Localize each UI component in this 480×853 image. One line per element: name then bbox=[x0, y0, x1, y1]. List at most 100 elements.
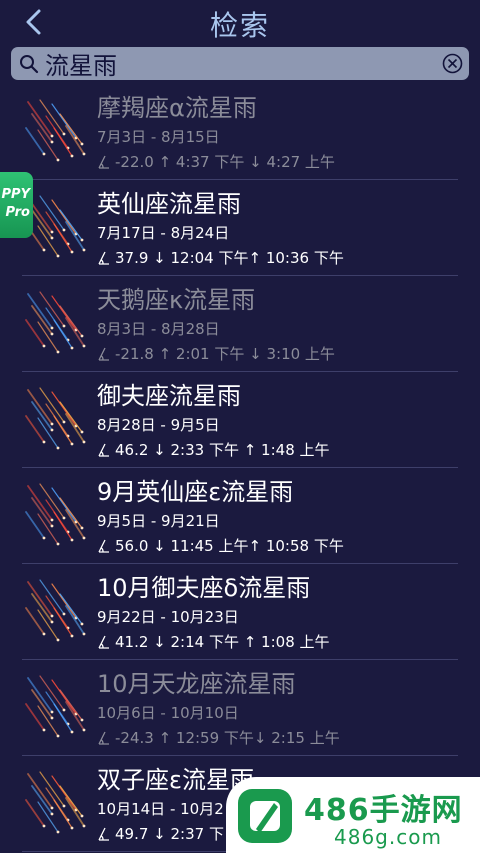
meteor-head bbox=[56, 350, 60, 354]
meteor-head bbox=[82, 440, 86, 444]
meteor-head bbox=[62, 804, 66, 808]
meteor-head bbox=[50, 422, 54, 426]
altitude-angle-icon bbox=[98, 827, 109, 841]
shower-dates: 7月3日 - 8月15日 bbox=[97, 128, 220, 146]
meteor-head bbox=[62, 516, 66, 520]
header: 检索 bbox=[0, 0, 480, 44]
meteor-streak bbox=[37, 225, 59, 257]
meteor-streak bbox=[31, 113, 53, 143]
meteor-streak bbox=[25, 799, 45, 827]
page-title: 检索 bbox=[209, 9, 270, 42]
meteor-head bbox=[82, 728, 86, 732]
meteor-head bbox=[70, 154, 74, 158]
meteor-head bbox=[80, 142, 84, 146]
meteor-head bbox=[82, 632, 86, 636]
meteor-head bbox=[82, 344, 86, 348]
shower-stats: 49.7 ↓ 2:37 下 bbox=[97, 823, 224, 844]
meteor-head bbox=[80, 238, 84, 242]
meteor-streak bbox=[37, 609, 59, 641]
altitude-angle-icon bbox=[98, 443, 109, 457]
meteor-streak bbox=[31, 209, 53, 239]
list-item[interactable]: 10月御夫座δ流星雨 9月22日 - 10月23日 41.2 ↓ 2:14 下午 ↑… bbox=[0, 564, 480, 660]
shower-stats-text: -24.3 ↑ 12:59 下午↓ 2:15 上午 bbox=[115, 729, 340, 747]
search-bar[interactable] bbox=[11, 47, 469, 80]
meteor-head bbox=[82, 248, 86, 252]
meteor-head bbox=[80, 334, 84, 338]
meteor-head bbox=[62, 228, 66, 232]
altitude-angle-icon bbox=[98, 635, 109, 649]
watermark-title: 486手游网 bbox=[304, 793, 463, 828]
meteor-streak bbox=[59, 497, 83, 529]
shower-dates: 8月3日 - 8月28日 bbox=[97, 320, 220, 338]
meteor-head bbox=[70, 538, 74, 542]
meteor-thumbnail-icon bbox=[25, 387, 86, 450]
meteor-head bbox=[50, 524, 54, 528]
meteor-head bbox=[42, 344, 46, 348]
meteor-streak bbox=[37, 129, 59, 161]
list-item[interactable]: 9月英仙座ε流星雨 9月5日 - 9月21日 56.0 ↓ 11:45 上午↑ 10… bbox=[0, 468, 480, 564]
search-icon bbox=[20, 55, 39, 74]
meteor-streak bbox=[37, 705, 59, 737]
list-item[interactable]: 10月天龙座流星雨 10月6日 - 10月10日 -24.3 ↑ 12:59 下午↓… bbox=[0, 660, 480, 756]
meteor-streak bbox=[59, 113, 83, 145]
shower-stats: 41.2 ↓ 2:14 下午 ↑ 1:08 上午 bbox=[97, 631, 330, 652]
meteor-head bbox=[50, 236, 54, 240]
meteor-head bbox=[50, 230, 54, 234]
altitude-angle-icon bbox=[98, 347, 109, 361]
altitude-angle-icon bbox=[98, 731, 109, 745]
list-item[interactable]: 天鹅座κ流星雨 8月3日 - 8月28日 -21.8 ↑ 2:01 下午 ↓ 3:1… bbox=[0, 276, 480, 372]
shower-dates: 7月17日 - 8月24日 bbox=[97, 224, 230, 242]
shower-stats-text: 41.2 ↓ 2:14 下午 ↑ 1:08 上午 bbox=[115, 633, 330, 651]
shower-stats-text: -22.0 ↑ 4:37 下午 ↓ 4:27 上午 bbox=[115, 153, 335, 171]
meteor-streak bbox=[37, 513, 59, 545]
meteor-streak bbox=[59, 593, 83, 625]
meteor-head bbox=[56, 446, 60, 450]
meteor-head bbox=[42, 824, 46, 828]
meteor-head bbox=[80, 814, 84, 818]
meteor-head bbox=[42, 248, 46, 252]
watermark: 486手游网 486g.com bbox=[226, 777, 480, 853]
meteor-streak bbox=[31, 401, 53, 431]
meteor-head bbox=[42, 440, 46, 444]
shower-name: 9月英仙座ε流星雨 bbox=[97, 478, 294, 506]
meteor-streak bbox=[37, 417, 59, 449]
meteor-streak bbox=[59, 785, 83, 817]
list-item[interactable]: 御夫座流星雨 8月28日 - 9月5日 46.2 ↓ 2:33 下午 ↑ 1:48 … bbox=[0, 372, 480, 468]
meteor-streak bbox=[37, 321, 59, 353]
promo-badge-line1: PPY bbox=[1, 187, 30, 202]
clear-search-icon[interactable] bbox=[442, 53, 463, 74]
list-item[interactable]: 摩羯座α流星雨 7月3日 - 8月15日 -22.0 ↑ 4:37 下午 ↓ 4:2… bbox=[0, 84, 480, 180]
meteor-head bbox=[62, 420, 66, 424]
search-input[interactable] bbox=[45, 49, 435, 78]
meteor-head bbox=[82, 536, 86, 540]
shower-stats-text: 37.9 ↓ 12:04 下午↑ 10:36 下午 bbox=[115, 249, 344, 267]
meteor-head bbox=[50, 140, 54, 144]
meteor-head bbox=[50, 620, 54, 624]
meteor-streak bbox=[25, 511, 45, 539]
meteor-head bbox=[56, 158, 60, 162]
list-item[interactable]: 英仙座流星雨 7月17日 - 8月24日 37.9 ↓ 12:04 下午↑ 10:3… bbox=[0, 180, 480, 276]
shower-stats: -21.8 ↑ 2:01 下午 ↓ 3:10 上午 bbox=[97, 343, 335, 364]
meteor-thumbnail-icon bbox=[25, 675, 86, 738]
meteor-head bbox=[56, 830, 60, 834]
meteor-streak bbox=[59, 401, 83, 433]
meteor-thumbnail-icon bbox=[25, 771, 86, 834]
meteor-head bbox=[70, 826, 74, 830]
floating-promo-badge[interactable]: PPY Pro bbox=[0, 172, 33, 238]
meteor-streak bbox=[31, 689, 53, 719]
shower-dates: 8月28日 - 9月5日 bbox=[97, 416, 220, 434]
meteor-head bbox=[42, 728, 46, 732]
meteor-head bbox=[56, 734, 60, 738]
shower-dates: 9月22日 - 10月23日 bbox=[97, 608, 239, 626]
altitude-angle-icon bbox=[98, 539, 109, 553]
meteor-head bbox=[42, 632, 46, 636]
shower-stats: 56.0 ↓ 11:45 上午↑ 10:58 下午 bbox=[97, 535, 344, 556]
meteor-head bbox=[50, 710, 54, 714]
meteor-streak bbox=[37, 801, 59, 833]
shower-dates: 10月14日 - 10月2 bbox=[97, 800, 224, 818]
meteor-streak bbox=[59, 209, 83, 241]
meteor-thumbnail-icon bbox=[25, 99, 86, 162]
shower-name: 10月天龙座流星雨 bbox=[97, 670, 296, 698]
watermark-subtitle: 486g.com bbox=[334, 825, 442, 849]
meteor-head bbox=[82, 824, 86, 828]
